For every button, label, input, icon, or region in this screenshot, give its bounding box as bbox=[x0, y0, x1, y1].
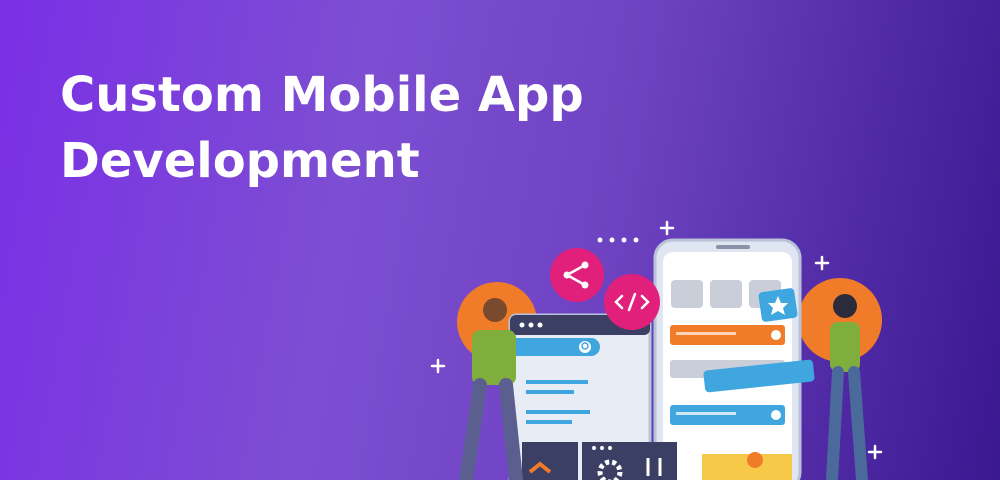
star-icon bbox=[758, 288, 798, 322]
tools-window bbox=[522, 442, 677, 480]
app-development-illustration bbox=[420, 210, 900, 480]
decorative-dots bbox=[597, 237, 639, 243]
share-icon bbox=[550, 248, 604, 302]
title-line-2: Development bbox=[60, 133, 420, 189]
page-title: Custom Mobile App Development bbox=[60, 62, 584, 194]
code-icon bbox=[604, 274, 660, 330]
banner: Custom Mobile App Development bbox=[0, 0, 1000, 480]
title-line-1: Custom Mobile App bbox=[60, 67, 584, 123]
